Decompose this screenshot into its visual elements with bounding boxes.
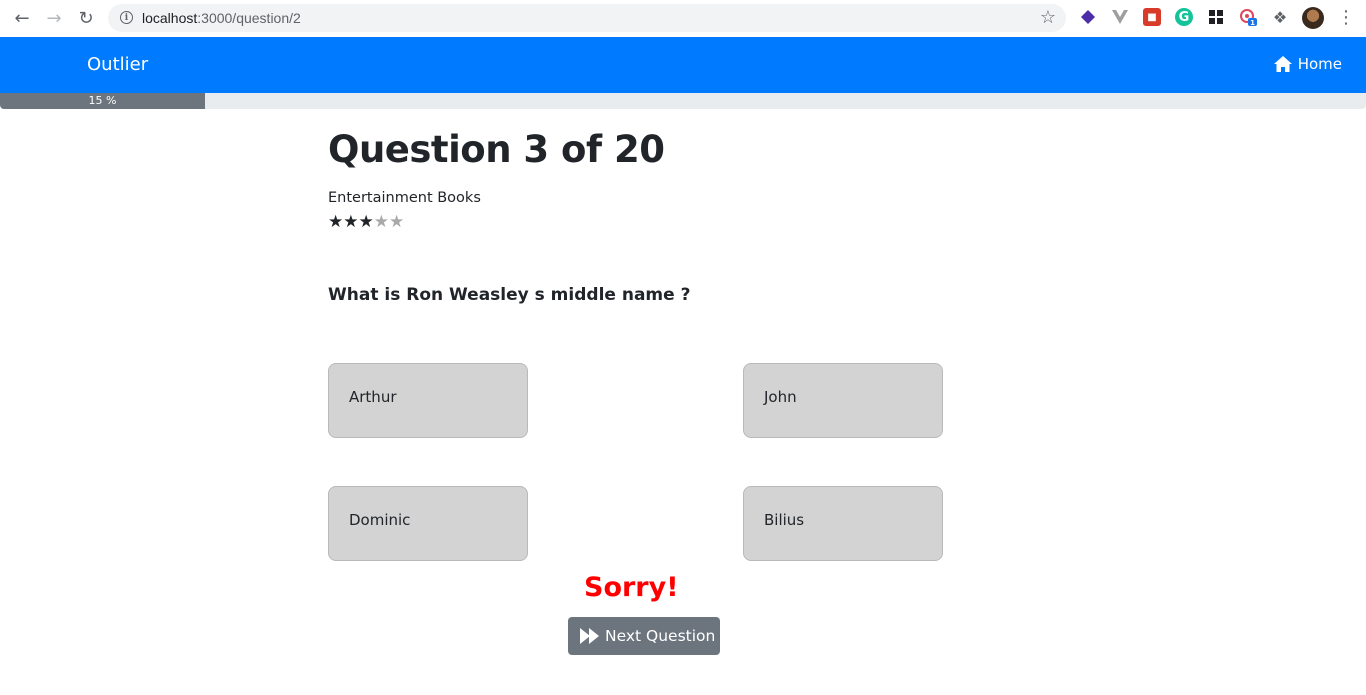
profile-avatar[interactable]: [1302, 7, 1324, 29]
bookmark-star-icon[interactable]: ☆: [1040, 7, 1056, 28]
star-filled-icon: ★: [343, 212, 359, 232]
difficulty-stars: ★ ★ ★ ★ ★: [328, 212, 404, 232]
reload-icon[interactable]: ↻: [76, 8, 96, 29]
info-icon[interactable]: i: [120, 11, 133, 24]
extension-vue-icon[interactable]: [1111, 8, 1129, 26]
home-link[interactable]: Home: [1273, 55, 1342, 73]
question-text: What is Ron Weasley s middle name ?: [328, 285, 691, 305]
star-filled-icon: ★: [358, 212, 374, 232]
question-title: Question 3 of 20: [328, 128, 665, 171]
next-question-button[interactable]: Next Question: [568, 617, 720, 655]
url-text[interactable]: localhost:3000/question/2: [142, 10, 301, 26]
progress-fill: 15 %: [0, 93, 205, 109]
answer-button[interactable]: Dominic: [328, 486, 528, 561]
answer-button[interactable]: John: [743, 363, 943, 438]
extensions-puzzle-icon[interactable]: ❖: [1271, 8, 1289, 27]
star-empty-icon: ★: [373, 212, 389, 232]
address-bar[interactable]: i localhost:3000/question/2 ☆: [108, 4, 1066, 32]
question-category: Entertainment Books: [328, 190, 481, 206]
brand-logo[interactable]: Outlier: [87, 54, 148, 75]
browser-toolbar: ← → ↻ i localhost:3000/question/2 ☆ ■ G …: [0, 0, 1366, 36]
result-message: Sorry!: [584, 572, 679, 603]
app-navbar: Outlier Home: [0, 37, 1366, 93]
extension-layers-icon[interactable]: [1079, 8, 1097, 26]
star-filled-icon: ★: [328, 212, 344, 232]
home-icon: [1273, 56, 1292, 72]
home-label: Home: [1297, 55, 1342, 73]
fast-forward-icon: [580, 628, 599, 644]
menu-kebab-icon[interactable]: ⋮: [1337, 6, 1355, 30]
back-arrow-icon[interactable]: ←: [12, 8, 32, 29]
answer-button[interactable]: Arthur: [328, 363, 528, 438]
extension-grid-icon[interactable]: [1207, 8, 1225, 26]
extension-badge: 1: [1250, 19, 1255, 26]
grammarly-icon[interactable]: G: [1175, 8, 1193, 26]
next-question-label: Next Question: [605, 627, 716, 645]
star-empty-icon: ★: [389, 212, 405, 232]
extension-red-icon[interactable]: ■: [1143, 8, 1161, 26]
extension-target-icon[interactable]: 1: [1239, 8, 1257, 26]
forward-arrow-icon[interactable]: →: [44, 8, 64, 29]
progress-bar: 15 %: [0, 93, 1366, 109]
answer-button[interactable]: Bilius: [743, 486, 943, 561]
